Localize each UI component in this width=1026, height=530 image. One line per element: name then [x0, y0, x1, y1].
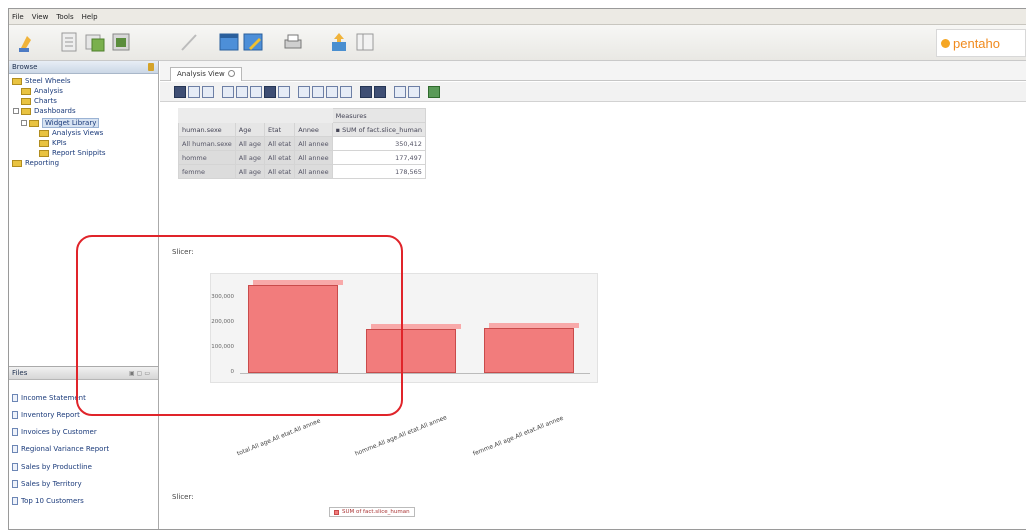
x-tick-label: total.All age.All etat.All annee — [236, 417, 322, 458]
tree-label: KPIs — [52, 139, 67, 147]
folder-icon — [21, 97, 31, 105]
bar[interactable] — [484, 328, 574, 373]
file-item[interactable]: Top 10 Customers — [12, 497, 84, 505]
tree-label: Reporting — [25, 159, 60, 167]
folder-icon — [21, 107, 31, 115]
dashboard-icon[interactable] — [109, 30, 133, 54]
file-item[interactable]: Invoices by Customer — [12, 428, 97, 436]
menu-bar: File View Tools Help — [9, 9, 1026, 25]
folder-icon — [39, 149, 49, 157]
x-tick-label: homme.All age.All etat.All annee — [354, 414, 448, 458]
tree-label: Analysis Views — [52, 129, 104, 137]
folder-icon — [12, 77, 22, 85]
tree-item-report-snippits[interactable]: Report Snippits — [39, 149, 105, 157]
report-file-icon — [12, 497, 18, 505]
legend-label: SUM of fact.slice_human — [342, 509, 410, 515]
logo-mark-icon — [941, 38, 950, 48]
file-label: Invoices by Customer — [21, 428, 97, 436]
browse-header: Browse — [9, 61, 158, 74]
tree-item-steel-wheels[interactable]: Steel Wheels — [12, 77, 71, 85]
folder-icon — [12, 159, 22, 167]
file-label: Sales by Productline — [21, 463, 92, 471]
app-window: File View Tools Help pentaho Browse Stee… — [8, 8, 1026, 530]
file-label: Regional Variance Report — [21, 445, 110, 453]
file-label: Sales by Territory — [21, 480, 82, 488]
legend-swatch — [334, 509, 339, 515]
file-item[interactable]: Sales by Productline — [12, 463, 92, 471]
tree-label: Charts — [34, 97, 57, 105]
logo-text: pentaho — [953, 35, 1000, 51]
report-file-icon — [12, 480, 18, 488]
folder-icon — [21, 87, 31, 95]
menu-tools[interactable]: Tools — [56, 13, 73, 21]
folder-icon — [39, 129, 49, 137]
report-file-icon — [12, 394, 18, 402]
print-icon[interactable] — [281, 30, 305, 54]
tree-item-analysis-views[interactable]: Analysis Views — [39, 129, 103, 137]
menu-view[interactable]: View — [32, 13, 49, 21]
files-title: Files — [12, 369, 28, 377]
pin-icon[interactable] — [148, 63, 154, 71]
edit-view-icon[interactable] — [241, 30, 265, 54]
folder-icon — [39, 139, 49, 147]
tree-item-analysis[interactable]: Analysis — [21, 87, 63, 95]
tree-label: Analysis — [34, 87, 63, 95]
report-file-icon — [12, 445, 18, 453]
highlight-annotation — [76, 235, 403, 416]
main-toolbar: pentaho — [9, 25, 1026, 61]
report-file-icon — [12, 463, 18, 471]
layout-icon[interactable] — [353, 30, 377, 54]
analysis-icon[interactable] — [83, 30, 107, 54]
tree-label: Report Snippits — [52, 149, 106, 157]
tree-label: Dashboards — [34, 107, 76, 115]
report-file-icon — [12, 411, 18, 419]
file-label: Inventory Report — [21, 411, 80, 419]
menu-help[interactable]: Help — [82, 13, 98, 21]
expand-icon[interactable] — [13, 108, 19, 114]
file-item[interactable]: Sales by Territory — [12, 480, 82, 488]
tree-item-reporting[interactable]: Reporting — [12, 159, 59, 167]
report-icon[interactable] — [57, 30, 81, 54]
view-icon[interactable] — [217, 30, 241, 54]
tree-item-kpis[interactable]: KPIs — [39, 139, 67, 147]
browse-title: Browse — [12, 63, 38, 71]
pentaho-logo: pentaho — [936, 29, 1026, 57]
file-item[interactable]: Regional Variance Report — [12, 445, 109, 453]
folder-icon — [29, 119, 39, 127]
chart-legend: SUM of fact.slice_human — [329, 507, 415, 517]
file-item[interactable]: Income Statement — [12, 394, 86, 402]
menu-file[interactable]: File — [12, 13, 24, 21]
slicer-label-bottom: Slicer: — [172, 493, 194, 501]
edit-icon[interactable] — [177, 30, 201, 54]
expand-icon[interactable] — [21, 120, 27, 126]
file-label: Top 10 Customers — [21, 497, 84, 505]
tree-item-dashboards[interactable]: Dashboards — [13, 107, 76, 115]
tree-label: Steel Wheels — [25, 77, 71, 85]
tree-item-charts[interactable]: Charts — [21, 97, 57, 105]
report-file-icon — [12, 428, 18, 436]
tree-label: Widget Library — [42, 118, 100, 128]
new-icon[interactable] — [17, 30, 41, 54]
x-tick-label: femme.All age.All etat.All annee — [472, 414, 565, 458]
upload-icon[interactable] — [329, 30, 353, 54]
file-item[interactable]: Inventory Report — [12, 411, 80, 419]
tree-item-widget-library[interactable]: Widget Library — [21, 118, 100, 128]
